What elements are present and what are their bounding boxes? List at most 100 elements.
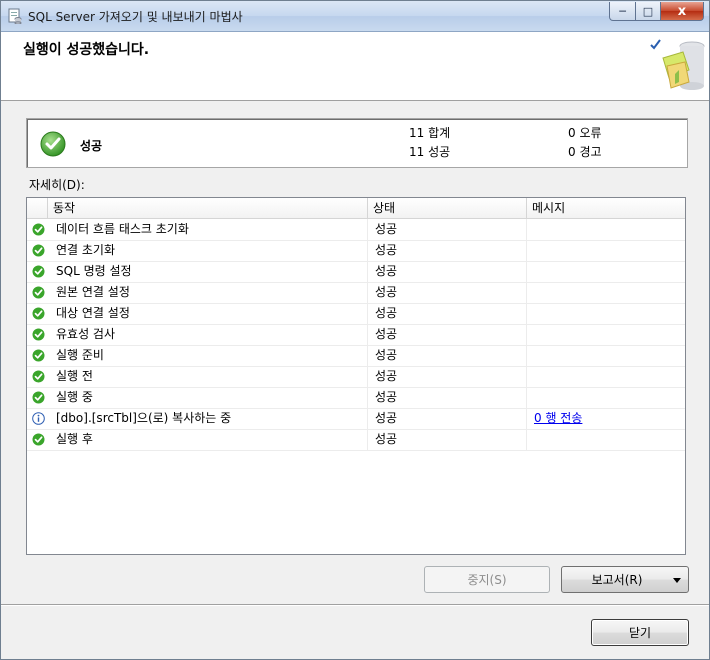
report-button-label: 보고서(R) bbox=[591, 573, 643, 587]
row-status-cell bbox=[27, 345, 48, 366]
table-row[interactable]: 대상 연결 설정 성공 bbox=[27, 303, 685, 325]
row-status-cell bbox=[27, 219, 48, 240]
row-status-cell bbox=[27, 387, 48, 408]
summary-total: 11 합계 bbox=[409, 126, 451, 140]
minimize-button[interactable]: ─ bbox=[609, 2, 636, 21]
row-status-cell bbox=[27, 429, 48, 450]
row-message-cell bbox=[527, 366, 685, 387]
row-message-cell bbox=[527, 240, 685, 261]
success-icon bbox=[32, 307, 45, 320]
row-state: 성공 bbox=[368, 366, 527, 387]
stop-button[interactable]: 중지(S) bbox=[424, 566, 550, 593]
row-state: 성공 bbox=[368, 219, 527, 240]
success-icon bbox=[32, 223, 45, 236]
report-button[interactable]: 보고서(R) bbox=[561, 566, 689, 593]
info-icon bbox=[32, 412, 45, 425]
row-state: 성공 bbox=[368, 408, 527, 429]
row-status-cell bbox=[27, 324, 48, 345]
row-action: 대상 연결 설정 bbox=[48, 303, 368, 324]
maximize-icon: □ bbox=[642, 4, 654, 18]
wizard-app-icon bbox=[8, 8, 22, 24]
close-icon: x bbox=[677, 3, 687, 19]
title-bar[interactable]: SQL Server 가져오기 및 내보내기 마법사 ─ □ x bbox=[1, 1, 709, 32]
footer-divider bbox=[1, 604, 709, 605]
row-state: 성공 bbox=[368, 345, 527, 366]
row-action: SQL 명령 설정 bbox=[48, 261, 368, 282]
row-action: 실행 후 bbox=[48, 429, 368, 450]
row-state: 성공 bbox=[368, 282, 527, 303]
row-message-cell bbox=[527, 303, 685, 324]
row-status-cell bbox=[27, 261, 48, 282]
success-icon bbox=[32, 244, 45, 257]
close-button-label: 닫기 bbox=[628, 626, 652, 640]
wizard-banner-icon bbox=[650, 39, 705, 90]
success-icon bbox=[32, 349, 45, 362]
row-action: 데이터 흐름 태스크 초기화 bbox=[48, 219, 368, 240]
row-action: 실행 준비 bbox=[48, 345, 368, 366]
details-grid[interactable]: 동작 상태 메시지 데이터 흐름 태스크 초기화 성공 연결 초기화 성공 SQL 명령… bbox=[26, 197, 686, 555]
summary-warnings: 0 경고 bbox=[568, 145, 602, 159]
row-state: 성공 bbox=[368, 387, 527, 408]
success-icon bbox=[32, 286, 45, 299]
row-message-cell: 0 행 전송 bbox=[527, 408, 685, 429]
table-row[interactable]: 실행 준비 성공 bbox=[27, 345, 685, 367]
window-title: SQL Server 가져오기 및 내보내기 마법사 bbox=[28, 10, 243, 24]
maximize-button[interactable]: □ bbox=[635, 2, 661, 21]
summary-status: 성공 bbox=[80, 139, 103, 153]
page-title: 실행이 성공했습니다. bbox=[23, 42, 150, 58]
row-message-cell bbox=[527, 324, 685, 345]
row-message-cell bbox=[527, 429, 685, 450]
table-row[interactable]: 실행 중 성공 bbox=[27, 387, 685, 409]
row-status-cell bbox=[27, 366, 48, 387]
summary-panel: 성공 11 합계 11 성공 0 오류 0 경고 bbox=[26, 118, 688, 168]
row-action: 원본 연결 설정 bbox=[48, 282, 368, 303]
row-state: 성공 bbox=[368, 303, 527, 324]
row-message-link[interactable]: 0 행 전송 bbox=[534, 411, 582, 425]
row-state: 성공 bbox=[368, 240, 527, 261]
minimize-icon: ─ bbox=[619, 4, 626, 18]
row-state: 성공 bbox=[368, 429, 527, 450]
wizard-window: SQL Server 가져오기 및 내보내기 마법사 ─ □ x 실행이 성공했… bbox=[0, 0, 710, 660]
row-message-cell bbox=[527, 261, 685, 282]
table-row[interactable]: SQL 명령 설정 성공 bbox=[27, 261, 685, 283]
grid-header: 동작 상태 메시지 bbox=[27, 198, 685, 219]
table-row[interactable]: 원본 연결 설정 성공 bbox=[27, 282, 685, 304]
summary-success: 11 성공 bbox=[409, 145, 451, 159]
column-header-state[interactable]: 상태 bbox=[368, 198, 527, 218]
row-status-cell bbox=[27, 282, 48, 303]
row-action: [dbo].[srcTbl]으(로) 복사하는 중 bbox=[48, 408, 368, 429]
close-window-button[interactable]: x bbox=[660, 2, 704, 21]
table-row[interactable]: [dbo].[srcTbl]으(로) 복사하는 중 성공 0 행 전송 bbox=[27, 408, 685, 430]
dropdown-arrow-icon bbox=[673, 578, 681, 583]
table-row[interactable]: 실행 전 성공 bbox=[27, 366, 685, 388]
row-message-cell bbox=[527, 219, 685, 240]
row-action: 실행 전 bbox=[48, 366, 368, 387]
column-header-message[interactable]: 메시지 bbox=[527, 198, 685, 218]
success-icon bbox=[32, 433, 45, 446]
table-row[interactable]: 데이터 흐름 태스크 초기화 성공 bbox=[27, 219, 685, 241]
stop-button-label: 중지(S) bbox=[467, 573, 507, 587]
table-row[interactable]: 실행 후 성공 bbox=[27, 429, 685, 451]
row-status-cell bbox=[27, 303, 48, 324]
row-state: 성공 bbox=[368, 324, 527, 345]
row-status-cell bbox=[27, 408, 48, 429]
row-message-cell bbox=[527, 282, 685, 303]
column-header-action[interactable]: 동작 bbox=[48, 198, 368, 218]
row-status-cell bbox=[27, 240, 48, 261]
success-icon bbox=[32, 265, 45, 278]
row-message-cell bbox=[527, 345, 685, 366]
row-action: 실행 중 bbox=[48, 387, 368, 408]
success-icon bbox=[32, 391, 45, 404]
summary-errors: 0 오류 bbox=[568, 126, 602, 140]
close-button[interactable]: 닫기 bbox=[591, 619, 689, 646]
grid-header-selector[interactable] bbox=[27, 198, 48, 218]
success-icon bbox=[32, 370, 45, 383]
table-row[interactable]: 유효성 검사 성공 bbox=[27, 324, 685, 346]
row-action: 연결 초기화 bbox=[48, 240, 368, 261]
success-check-icon bbox=[40, 131, 66, 157]
row-action: 유효성 검사 bbox=[48, 324, 368, 345]
success-icon bbox=[32, 328, 45, 341]
row-message-cell bbox=[527, 387, 685, 408]
wizard-header: 실행이 성공했습니다. bbox=[1, 32, 709, 101]
table-row[interactable]: 연결 초기화 성공 bbox=[27, 240, 685, 262]
